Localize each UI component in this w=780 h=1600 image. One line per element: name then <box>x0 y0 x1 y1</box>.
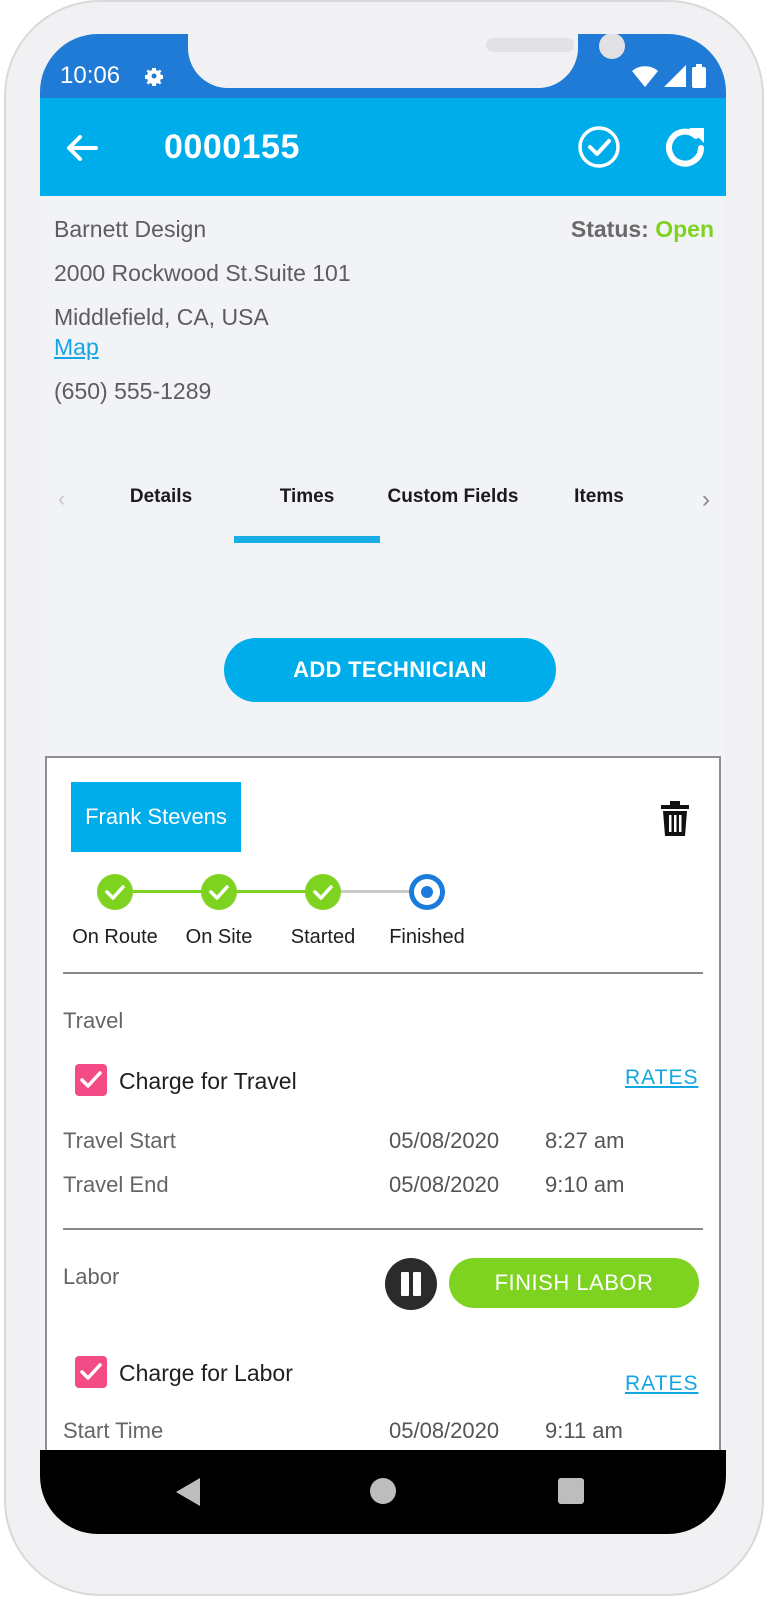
notch <box>188 34 625 88</box>
charge-labor-checkbox[interactable] <box>75 1356 107 1388</box>
pause-button[interactable] <box>385 1258 437 1310</box>
trash-icon[interactable] <box>659 800 691 836</box>
customer-name: Barnett Design <box>54 216 207 242</box>
active-tab-indicator <box>234 536 380 543</box>
status-label: Status: <box>570 216 649 242</box>
tab-custom-fields[interactable]: Custom Fields <box>380 486 526 508</box>
finish-labor-button[interactable]: FINISH LABOR <box>449 1258 699 1308</box>
phone-number[interactable]: (650) 555-1289 <box>54 378 211 405</box>
step-on-route-check-icon[interactable] <box>97 874 133 910</box>
technician-card: Frank Stevens On Route On Site Started F… <box>45 756 721 1534</box>
tab-bar: ‹ Details Times Custom Fields Items › <box>40 472 726 544</box>
back-arrow-icon[interactable] <box>62 128 102 168</box>
check-circle-icon[interactable] <box>576 124 622 170</box>
map-link[interactable]: Map <box>54 334 99 361</box>
divider <box>63 1228 703 1230</box>
address-line-2: Middlefield, CA, USA <box>54 304 269 330</box>
nav-home-icon[interactable] <box>370 1478 396 1504</box>
labor-rates-link[interactable]: RATES <box>625 1372 698 1396</box>
labor-start-time[interactable]: 9:11 am <box>545 1418 623 1444</box>
charge-labor-label: Charge for Labor <box>119 1360 293 1386</box>
status-icons <box>632 64 706 88</box>
travel-section-title: Travel <box>63 1008 124 1033</box>
tab-scroll-right-icon[interactable]: › <box>702 486 710 514</box>
tab-details[interactable]: Details <box>88 486 234 508</box>
status-value: Open <box>655 216 714 242</box>
address-line-1: 2000 Rockwood St.Suite 101 <box>54 260 351 286</box>
battery-icon <box>692 64 706 88</box>
status-time: 10:06 <box>60 62 121 89</box>
charge-travel-label: Charge for Travel <box>119 1068 297 1094</box>
step-finished-radio-icon[interactable] <box>409 874 445 910</box>
app-screen: 10:06 0000155 Barnett Design 2000 Rockwo… <box>40 34 726 1534</box>
page-title: 0000155 <box>164 128 300 166</box>
travel-end-date[interactable]: 05/08/2020 <box>389 1172 499 1198</box>
step-label-on-site: On Site <box>185 926 253 948</box>
tab-items[interactable]: Items <box>526 486 672 508</box>
labor-section-title: Labor <box>63 1264 120 1289</box>
camera-icon <box>599 34 625 59</box>
progress-stepper: On Route On Site Started Finished <box>47 866 723 966</box>
nav-back-icon[interactable] <box>176 1478 200 1506</box>
divider <box>63 972 703 974</box>
add-technician-button[interactable]: ADD TECHNICIAN <box>224 638 556 702</box>
step-label-started: Started <box>290 926 356 948</box>
app-bar: 0000155 <box>40 98 726 196</box>
status-badge: Status: Open <box>571 216 714 243</box>
travel-end-time[interactable]: 9:10 am <box>545 1172 625 1198</box>
nav-recents-icon[interactable] <box>558 1478 584 1504</box>
labor-start-date[interactable]: 05/08/2020 <box>389 1418 499 1444</box>
wifi-icon <box>632 66 658 87</box>
signal-icon <box>664 65 686 87</box>
travel-end-label: Travel End <box>63 1172 169 1197</box>
travel-rates-link[interactable]: RATES <box>625 1066 698 1090</box>
technician-name[interactable]: Frank Stevens <box>71 782 241 852</box>
travel-start-label: Travel Start <box>63 1128 176 1153</box>
status-bar: 10:06 <box>40 34 726 98</box>
tab-times[interactable]: Times <box>234 486 380 508</box>
step-on-site-check-icon[interactable] <box>201 874 237 910</box>
charge-travel-checkbox[interactable] <box>75 1064 107 1096</box>
step-label-on-route: On Route <box>72 926 158 948</box>
navigation-bar <box>40 1450 726 1534</box>
step-started-check-icon[interactable] <box>305 874 341 910</box>
speaker-icon <box>486 38 574 52</box>
labor-start-label: Start Time <box>63 1418 164 1443</box>
tab-scroll-left-icon[interactable]: ‹ <box>58 486 65 512</box>
travel-start-date[interactable]: 05/08/2020 <box>389 1128 499 1154</box>
step-label-finished: Finished <box>389 926 465 948</box>
refresh-icon[interactable] <box>662 122 710 170</box>
gear-icon <box>145 68 163 86</box>
travel-start-time[interactable]: 8:27 am <box>545 1128 625 1154</box>
